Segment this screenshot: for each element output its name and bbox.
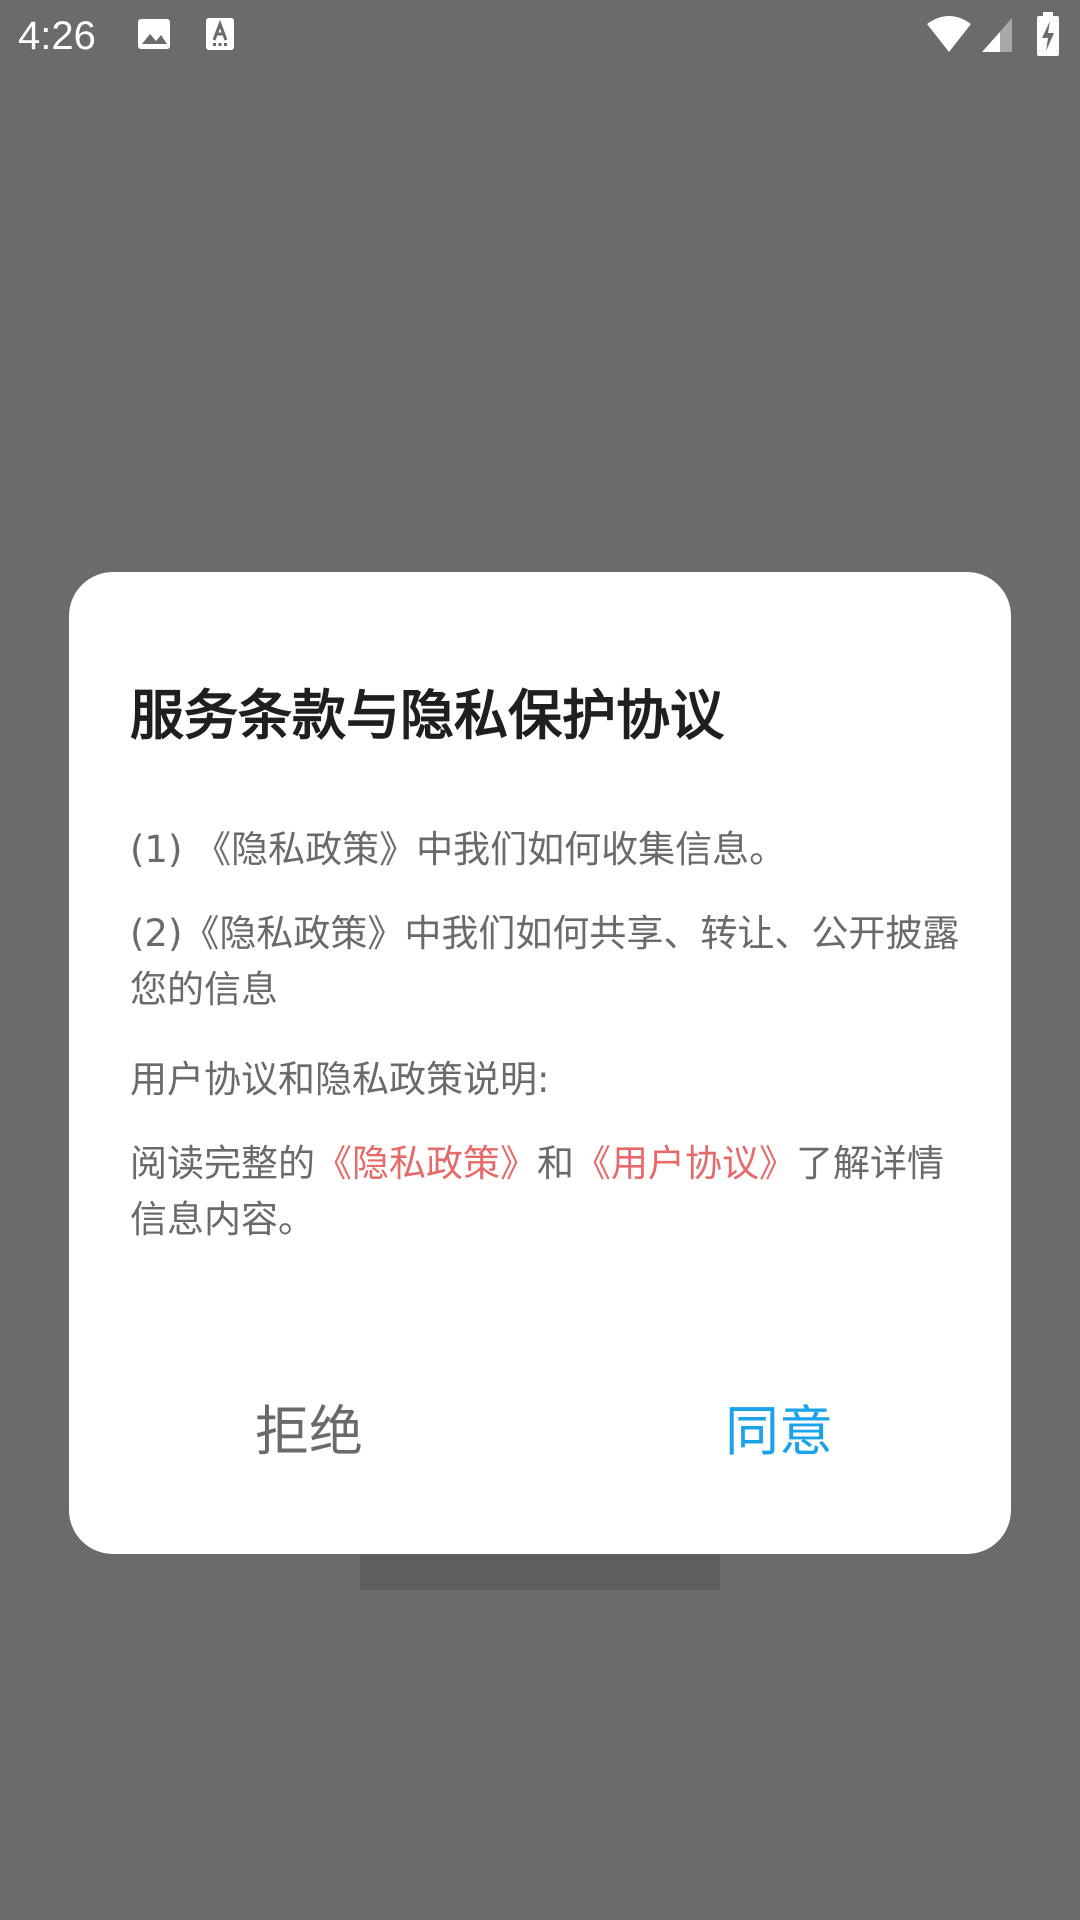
section-heading: 用户协议和隐私政策说明: xyxy=(130,1058,550,1101)
user-agreement-link[interactable]: 《用户协议》 xyxy=(574,1142,796,1185)
refuse-button[interactable]: 拒绝 xyxy=(189,1382,429,1482)
text-a-icon xyxy=(204,16,236,56)
policy-item-2: (2)《隐私政策》中我们如何共享、转让、公开披露您的信息 xyxy=(130,912,960,1011)
battery-charging-icon xyxy=(1036,12,1060,60)
agree-button[interactable]: 同意 xyxy=(659,1382,899,1482)
dialog-title: 服务条款与隐私保护协议 xyxy=(130,684,724,747)
privacy-policy-link[interactable]: 《隐私政策》 xyxy=(315,1142,537,1185)
and-text: 和 xyxy=(537,1142,574,1185)
status-time: 4:26 xyxy=(18,14,96,58)
image-icon xyxy=(136,16,172,56)
policy-item-1: (1) 《隐私政策》中我们如何收集信息。 xyxy=(130,828,787,871)
read-prefix: 阅读完整的 xyxy=(130,1142,315,1185)
cell-signal-icon xyxy=(980,16,1014,58)
wifi-icon xyxy=(926,14,972,58)
read-full-text: 阅读完整的《隐私政策》和《用户协议》了解详情信息内容。 xyxy=(130,1136,960,1248)
privacy-agreement-dialog: 服务条款与隐私保护协议 (1) 《隐私政策》中我们如何收集信息。 (2)《隐私政… xyxy=(69,572,1011,1554)
status-bar: 4:26 xyxy=(0,0,1080,72)
